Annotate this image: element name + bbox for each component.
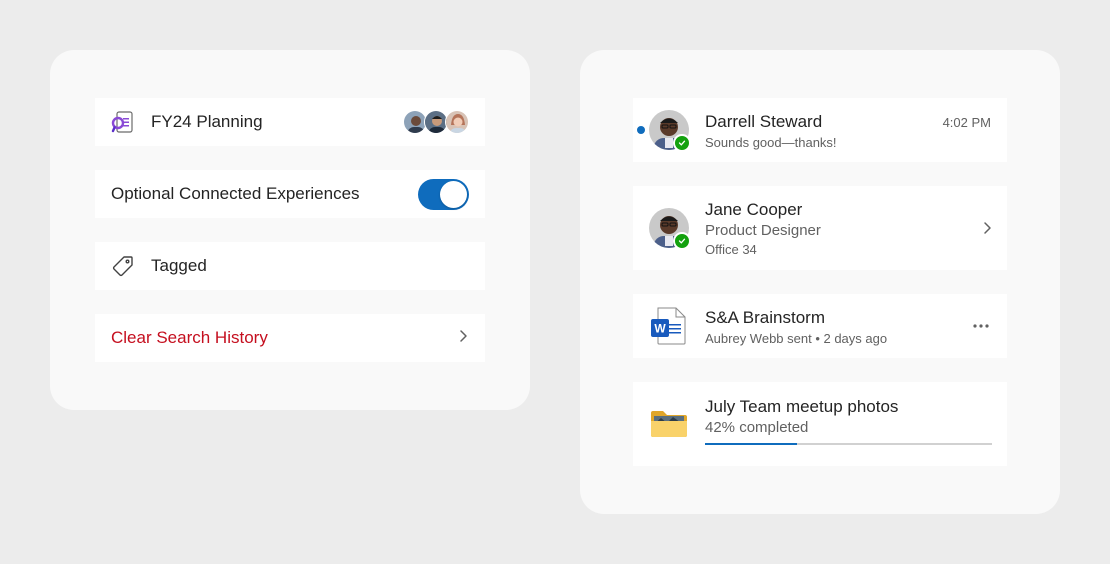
message-list-item[interactable]: Darrell Steward Sounds good—thanks! 4:02… <box>633 98 1007 162</box>
upload-progress-item[interactable]: July Team meetup photos 42% completed <box>633 382 1007 466</box>
message-preview: Sounds good—thanks! <box>705 135 837 150</box>
connected-experiences-toggle[interactable] <box>418 178 469 210</box>
svg-text:W: W <box>654 322 666 336</box>
upload-name: July Team meetup photos <box>705 397 899 416</box>
settings-card: FY24 Planning Optional Connected Experie… <box>50 50 530 410</box>
planning-list-item[interactable]: FY24 Planning <box>95 98 485 146</box>
clear-search-history-label: Clear Search History <box>111 328 268 347</box>
unread-indicator <box>637 126 645 134</box>
file-name: S&A Brainstorm <box>705 308 825 327</box>
connected-experiences-setting: Optional Connected Experiences <box>95 170 485 218</box>
file-list-item[interactable]: W S&A Brainstorm Aubrey Webb sent • 2 da… <box>633 294 1007 358</box>
chevron-right-icon <box>981 221 993 240</box>
planning-label: FY24 Planning <box>151 112 263 131</box>
file-meta: Aubrey Webb sent • 2 days ago <box>705 331 888 346</box>
connected-experiences-label: Optional Connected Experiences <box>111 184 360 203</box>
tag-icon <box>111 254 135 278</box>
toggle-knob <box>440 180 467 208</box>
folder-photos-icon <box>649 404 689 444</box>
chevron-right-icon <box>457 329 469 348</box>
avatar <box>649 110 691 152</box>
contact-role: Product Designer <box>705 222 821 239</box>
tagged-list-item[interactable]: Tagged <box>95 242 485 290</box>
loop-planning-icon <box>111 110 135 134</box>
upload-progress-bar <box>705 443 992 445</box>
avatar <box>649 208 691 250</box>
upload-status: 42% completed <box>705 419 809 436</box>
presence-available-icon <box>673 232 691 250</box>
tagged-label: Tagged <box>151 256 207 275</box>
clear-search-history-button[interactable]: Clear Search History <box>95 314 485 362</box>
message-timestamp: 4:02 PM <box>942 115 991 130</box>
word-document-icon: W <box>649 306 689 346</box>
avatar <box>445 110 469 134</box>
presence-available-icon <box>673 134 691 152</box>
avatar-group[interactable] <box>403 110 469 134</box>
upload-progress-fill <box>705 443 797 445</box>
more-horizontal-icon[interactable] <box>971 318 991 339</box>
contact-list-item[interactable]: Jane Cooper Product Designer Office 34 <box>633 186 1007 270</box>
contact-location: Office 34 <box>705 242 757 257</box>
contact-name: Jane Cooper <box>705 200 803 219</box>
sender-name: Darrell Steward <box>705 112 823 131</box>
activity-card: Darrell Steward Sounds good—thanks! 4:02… <box>580 50 1060 514</box>
